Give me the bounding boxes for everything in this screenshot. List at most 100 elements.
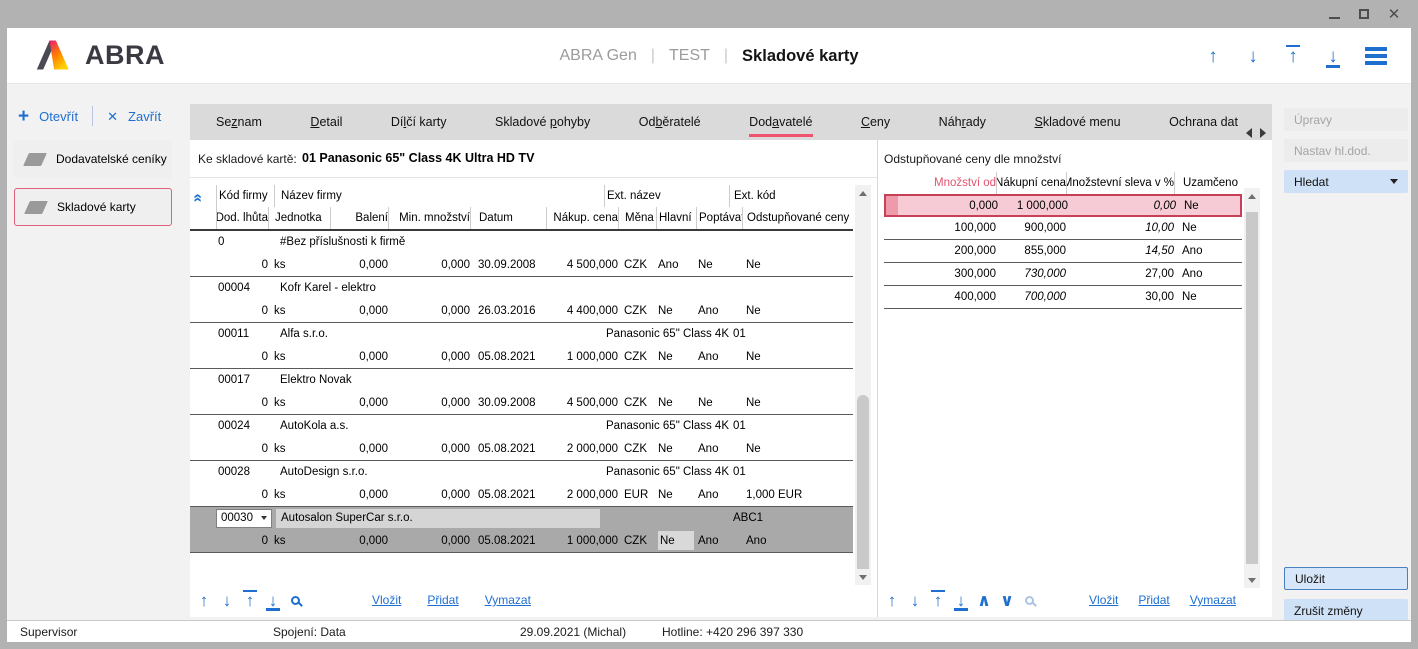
tab-nahrady[interactable]: Náhrady bbox=[939, 104, 986, 140]
supplier-row[interactable]: 00028AutoDesign s.r.o.Panasonic 65" Clas… bbox=[190, 461, 853, 507]
tier-row[interactable]: 300,000 730,000 27,00 Ano bbox=[884, 263, 1242, 286]
supplier-row[interactable]: 00004Kofr Karel - elektro 0ks0,0000,0002… bbox=[190, 277, 853, 323]
prev-record-icon[interactable]: ↑ bbox=[1205, 47, 1221, 66]
nazev-firmy-input[interactable]: Autosalon SuperCar s.r.o. bbox=[276, 509, 600, 528]
supplier-row[interactable]: 00017Elektro Novak 0ks0,0000,00030.09.20… bbox=[190, 369, 853, 415]
col-mnozstvi-od[interactable]: Množství od bbox=[884, 172, 996, 194]
nastav-hl-dod-button: Nastav hl.dod. bbox=[1284, 139, 1408, 162]
breadcrumb-separator: | bbox=[724, 47, 728, 65]
tier-row[interactable]: 200,000 855,000 14,50 Ano bbox=[884, 240, 1242, 263]
kod-firmy-dropdown[interactable]: 00030 bbox=[216, 509, 272, 528]
tab-dodavatele[interactable]: Dodavatelé bbox=[749, 104, 812, 140]
hlavni-focused-cell[interactable]: Ne bbox=[658, 531, 694, 550]
supplier-row-selected[interactable]: 00030 Autosalon SuperCar s.r.o. ABC1 0ks… bbox=[190, 507, 853, 553]
col-odstupnovane-ceny[interactable]: Odstupňované ceny bbox=[742, 207, 853, 229]
delete-link[interactable]: Vymazat bbox=[1190, 593, 1236, 607]
hledat-button[interactable]: Hledat bbox=[1284, 170, 1408, 193]
tiers-scrollbar[interactable] bbox=[1244, 188, 1260, 588]
menu-icon[interactable] bbox=[1365, 47, 1387, 65]
col-jednotka[interactable]: Jednotka bbox=[268, 207, 330, 229]
tier-row-selected[interactable]: 0,000 1 000,000 0,00 Ne bbox=[884, 194, 1242, 217]
move-down-icon[interactable]: ∨ bbox=[999, 592, 1015, 609]
first-record-icon[interactable]: ↑ bbox=[1285, 47, 1301, 66]
col-mena[interactable]: Měna bbox=[618, 207, 656, 229]
col-kod-firmy[interactable]: Kód firmy bbox=[216, 185, 274, 207]
col-nakupni-cena[interactable]: Nákupní cena bbox=[996, 172, 1066, 194]
row-last-icon[interactable]: ↓ bbox=[265, 592, 281, 609]
sidebar-item-skladove-karty[interactable]: Skladové karty bbox=[14, 188, 172, 226]
close-button[interactable]: ✕ bbox=[1386, 6, 1402, 22]
delete-link[interactable]: Vymazat bbox=[485, 593, 531, 607]
scroll-down-icon[interactable] bbox=[1244, 572, 1260, 588]
col-nazev-firmy[interactable]: Název firmy bbox=[274, 185, 604, 207]
tab-seznam[interactable]: Seznam bbox=[216, 104, 262, 140]
close-button-left[interactable]: Zavřít bbox=[128, 109, 161, 124]
col-nakup-cena[interactable]: Nákup. cena bbox=[546, 207, 618, 229]
insert-link[interactable]: Vložit bbox=[372, 593, 401, 607]
tab-ochrana-dat[interactable]: Ochrana dat bbox=[1169, 104, 1238, 140]
tab-skladove-menu[interactable]: Skladové menu bbox=[1034, 104, 1120, 140]
supplier-row[interactable]: 00011Alfa s.r.o.Panasonic 65" Class 4K U… bbox=[190, 323, 853, 369]
sidebar-item-label: Dodavatelské ceníky bbox=[56, 152, 167, 166]
tier-row[interactable]: 100,000 900,000 10,00 Ne bbox=[884, 217, 1242, 240]
add-link[interactable]: Přidat bbox=[427, 593, 458, 607]
page-title: Skladové karty bbox=[742, 47, 858, 66]
tab-detail[interactable]: Detail bbox=[310, 104, 342, 140]
suppliers-scrollbar[interactable] bbox=[855, 185, 871, 585]
minimize-button[interactable] bbox=[1326, 6, 1342, 22]
open-button[interactable]: Otevřít bbox=[39, 109, 78, 124]
cell-nazev: AutoDesign s.r.o. bbox=[274, 466, 604, 478]
status-bar: Supervisor Spojení: Data 29.09.2021 (Mic… bbox=[7, 620, 1411, 642]
cell-sleva: 10,00 bbox=[1066, 222, 1174, 234]
col-ext-kod[interactable]: Ext. kód bbox=[729, 185, 853, 207]
tab-dilci-karty[interactable]: Dílčí karty bbox=[391, 104, 447, 140]
next-record-icon[interactable]: ↓ bbox=[1245, 47, 1261, 66]
cell-mnozstvi: 400,000 bbox=[884, 291, 996, 303]
col-baleni[interactable]: Balení bbox=[330, 207, 388, 229]
tab-odberatele[interactable]: Odběratelé bbox=[639, 104, 701, 140]
ulozit-button[interactable]: Uložit bbox=[1284, 567, 1408, 590]
row-down-icon[interactable]: ↓ bbox=[219, 592, 235, 609]
add-link[interactable]: Přidat bbox=[1138, 593, 1169, 607]
os-titlebar: ✕ bbox=[0, 0, 1418, 28]
col-uzamceno[interactable]: Uzamčeno bbox=[1174, 172, 1242, 194]
col-datum[interactable]: Datum bbox=[470, 207, 546, 229]
scroll-down-icon[interactable] bbox=[855, 569, 871, 585]
zrusit-zmeny-button[interactable]: Zrušit změny bbox=[1284, 599, 1408, 622]
col-ext-nazev[interactable]: Ext. název bbox=[604, 185, 729, 207]
tier-row[interactable]: 400,000 700,000 30,00 Ne bbox=[884, 286, 1242, 309]
tab-scroll-left-icon[interactable] bbox=[1246, 128, 1252, 138]
sidebar-item-dodavatelske-ceniky[interactable]: Dodavatelské ceníky bbox=[14, 140, 172, 178]
row-up-icon[interactable]: ↑ bbox=[884, 592, 900, 609]
cell-datum: 30.09.2008 bbox=[470, 397, 546, 409]
scroll-up-icon[interactable] bbox=[855, 185, 871, 201]
maximize-button[interactable] bbox=[1356, 6, 1372, 22]
cell-jednotka: ks bbox=[268, 305, 330, 317]
row-down-icon[interactable]: ↓ bbox=[907, 592, 923, 609]
tab-ceny[interactable]: Ceny bbox=[861, 104, 890, 140]
col-mnozstevni-sleva[interactable]: Množstevní sleva v % bbox=[1066, 172, 1174, 194]
row-up-icon[interactable]: ↑ bbox=[196, 592, 212, 609]
supplier-row[interactable]: 0#Bez příslušnosti k firmě 0ks0,0000,000… bbox=[190, 231, 853, 277]
tab-skladove-pohyby[interactable]: Skladové pohyby bbox=[495, 104, 590, 140]
row-first-icon[interactable]: ↑ bbox=[930, 592, 946, 609]
cell-cena: 4 500,000 bbox=[546, 397, 618, 409]
row-first-icon[interactable]: ↑ bbox=[242, 592, 258, 609]
col-dod-lhuta[interactable]: Dod. lhůta bbox=[216, 207, 268, 229]
cell-lhuta: 0 bbox=[216, 351, 268, 363]
scrollbar-thumb[interactable] bbox=[1246, 212, 1258, 564]
row-last-icon[interactable]: ↓ bbox=[953, 592, 969, 609]
cell-nazev: Kofr Karel - elektro bbox=[274, 282, 604, 294]
scrollbar-thumb[interactable] bbox=[857, 395, 869, 580]
tab-scroll-right-icon[interactable] bbox=[1260, 128, 1266, 138]
insert-link[interactable]: Vložit bbox=[1089, 593, 1118, 607]
supplier-row[interactable]: 00024AutoKola a.s.Panasonic 65" Class 4K… bbox=[190, 415, 853, 461]
search-icon[interactable] bbox=[291, 596, 300, 605]
col-min-mnozstvi[interactable]: Min. množství bbox=[388, 207, 470, 229]
move-up-icon[interactable]: ∧ bbox=[976, 592, 992, 609]
scroll-up-icon[interactable] bbox=[1244, 188, 1260, 204]
last-record-icon[interactable]: ↓ bbox=[1325, 47, 1341, 66]
col-poptavat[interactable]: Poptávat bbox=[696, 207, 742, 229]
col-hlavni[interactable]: Hlavní bbox=[656, 207, 696, 229]
tab-scroll-arrows bbox=[1246, 128, 1266, 138]
